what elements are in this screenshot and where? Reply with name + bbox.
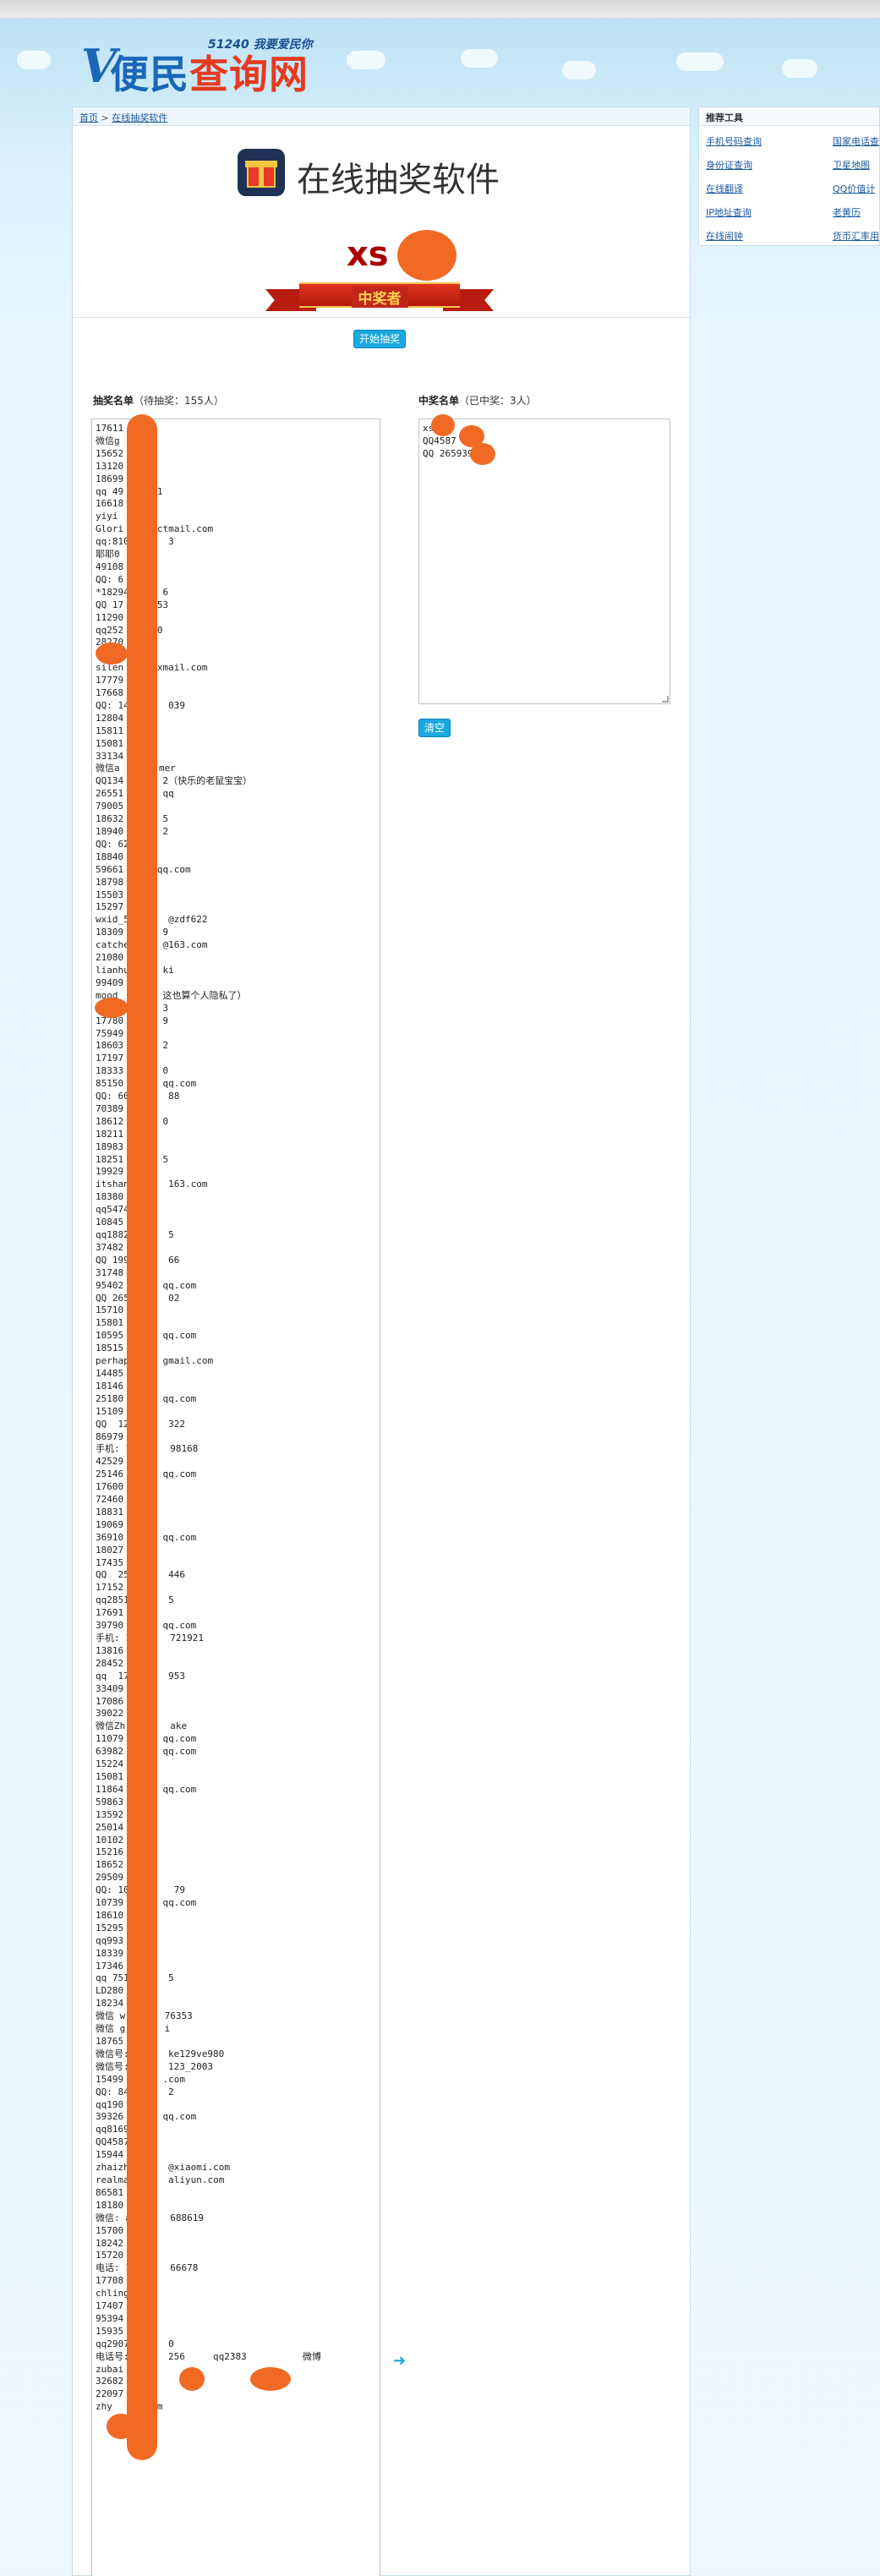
winner-line: QQ 265939 (423, 447, 473, 459)
sidebar-item[interactable]: 在线闹钟 (706, 229, 743, 243)
sidebar-item[interactable]: 卫星地图 (833, 158, 870, 172)
list-label-title: 抽奖名单 (93, 395, 134, 407)
result-label: 中奖名单（已中奖：3人） (418, 393, 537, 407)
redaction-mask (96, 643, 128, 665)
redaction-mask (397, 230, 456, 281)
sidebar-item[interactable]: 货币汇率用 (833, 229, 879, 243)
sidebar-item[interactable]: 国家电话查 (833, 134, 879, 148)
list-label: 抽奖名单（待抽奖：155人） (93, 393, 224, 407)
redaction-mask (107, 2414, 135, 2439)
start-draw-button[interactable]: 开始抽奖 (353, 330, 407, 348)
redaction-mask (179, 2367, 205, 2391)
breadcrumb-home-link[interactable]: 首页 (79, 112, 98, 123)
winner-list-textarea[interactable]: xs QQ4587 QQ 265939 (418, 418, 670, 704)
sidebar-item[interactable]: 手机号码查询 (706, 134, 762, 148)
cloud-decoration (17, 51, 51, 69)
sidebar-item[interactable]: IP地址查询 (706, 205, 752, 219)
winner-name: xs (347, 235, 389, 274)
sidebar-tools: 推荐工具 手机号码查询 国家电话查 身份证查询 卫星地图 在线翻译 QQ价值计 … (698, 107, 880, 246)
sidebar-item[interactable]: QQ价值计 (833, 182, 875, 195)
redaction-mask (95, 998, 128, 1018)
sidebar-item[interactable]: 身份证查询 (706, 158, 752, 172)
result-count: （已中奖：3人） (459, 395, 537, 407)
resize-handle[interactable] (662, 696, 669, 703)
breadcrumb: 首页 > 在线抽奖软件 (73, 107, 690, 126)
logo-text: 便民查询网 (110, 52, 309, 97)
arrow-icon[interactable]: ➜ (393, 2352, 406, 2370)
title-row: 在线抽奖软件 (238, 147, 593, 200)
gift-icon (238, 149, 285, 196)
cloud-decoration (461, 49, 498, 68)
cloud-decoration (347, 51, 385, 69)
redaction-mask (250, 2367, 291, 2391)
cloud-decoration (676, 52, 724, 71)
list-count: （待抽奖：155人） (134, 395, 224, 407)
breadcrumb-current-link[interactable]: 在线抽奖软件 (112, 112, 167, 123)
winner-banner-text: 中奖者 (351, 287, 408, 308)
sidebar-item[interactable]: 老黄历 (833, 205, 861, 219)
site-logo[interactable]: 51240 我要爱民你 V 便民查询网 (81, 36, 343, 100)
page-title: 在线抽奖软件 (297, 161, 500, 200)
sidebar-heading: 推荐工具 (699, 107, 879, 126)
breadcrumb-separator: > (101, 112, 109, 123)
redaction-mask (431, 414, 455, 436)
cloud-decoration (562, 61, 596, 79)
clear-button[interactable]: 清空 (418, 719, 451, 737)
redaction-mask (127, 414, 157, 2460)
top-bar (0, 0, 880, 19)
cloud-decoration (782, 59, 817, 78)
sidebar-item[interactable]: 在线翻译 (706, 182, 743, 195)
redaction-mask (470, 443, 495, 465)
result-label-title: 中奖名单 (418, 395, 460, 407)
winner-banner: 中奖者 (265, 279, 494, 316)
